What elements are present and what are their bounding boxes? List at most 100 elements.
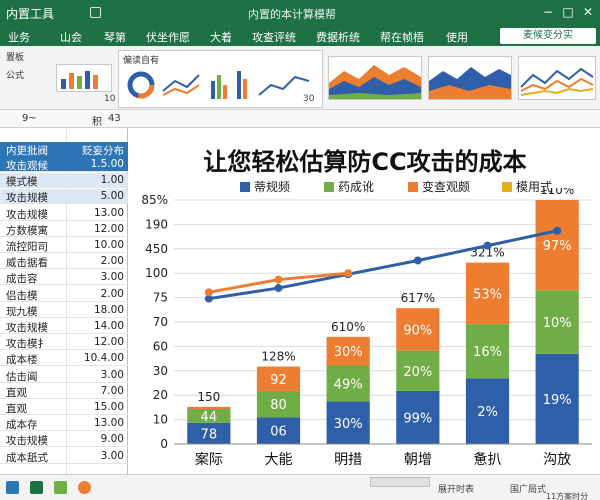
cell-value[interactable]: 3.00 [70, 369, 124, 381]
row-gridline [0, 462, 128, 464]
ribbon-group-label: 公式 [6, 71, 25, 81]
table-row[interactable]: 流控阳司 10.00 [0, 238, 128, 253]
column-header[interactable]: 积 [92, 113, 102, 128]
cell-value[interactable]: 10.4.00 [70, 352, 124, 364]
menu-item[interactable]: 费据析统 [316, 29, 360, 45]
column-header[interactable]: 9~ [22, 113, 37, 124]
ribbon-number: 30 [303, 94, 315, 104]
cell-value[interactable]: 5.00 [70, 190, 124, 202]
menu-item[interactable]: 伏坐作愿 [146, 29, 190, 45]
sheet-icon[interactable] [6, 481, 19, 494]
chart-area[interactable]: 让您轻松估算防CC攻击的成本 蒂规频 药成讹 变查观颇 模用式 0 10 20 30 6… [130, 128, 600, 474]
menu-item[interactable]: 使用 [446, 29, 468, 45]
row-gridline [0, 252, 128, 253]
cell-value[interactable]: 10.00 [70, 239, 124, 251]
y-tick-label: 450 [145, 242, 168, 256]
row-gridline [0, 284, 128, 286]
row-gridline [0, 381, 128, 383]
row-gridline [0, 349, 128, 351]
minimize-icon[interactable]: − [540, 4, 556, 20]
table-row[interactable]: 成本舐式 3.00 [0, 449, 128, 464]
bar-data-label: 2% [477, 405, 498, 420]
table-row[interactable]: 直观 15.00 [0, 400, 128, 415]
table-row[interactable]: 攻击规模 5.00 [0, 189, 128, 205]
table-row[interactable]: 侣击模 2.00 [0, 287, 128, 302]
bar-data-label: 16% [473, 345, 502, 360]
table-row[interactable]: 成本楼 10.4.00 [0, 351, 128, 367]
table-row[interactable]: 攻击规模 9.00 [0, 432, 128, 448]
excel-icon[interactable] [30, 481, 43, 494]
ribbon: 置板 公式 10 偏读自有 30 [0, 46, 600, 110]
cell-value[interactable]: 3.00 [70, 271, 124, 283]
x-tick-label: 沟放 [543, 452, 571, 468]
chart-style-gallery[interactable]: 偏读自有 [118, 50, 323, 108]
table-row[interactable]: 成击容 3.00 [0, 270, 128, 286]
chart-thumbnail[interactable] [56, 64, 112, 92]
table-row[interactable]: 估击阊 3.00 [0, 368, 128, 383]
table-row[interactable]: 现九模 18.00 [0, 303, 128, 318]
table-row[interactable]: 攻击规模 14.00 [0, 319, 128, 334]
chart-thumbnail[interactable] [328, 56, 422, 100]
row-gridline [0, 430, 128, 432]
browser-icon[interactable] [78, 481, 91, 494]
cell-value[interactable]: 14.00 [70, 320, 124, 332]
maximize-icon[interactable]: □ [560, 4, 576, 20]
chart-thumbnail[interactable] [428, 56, 512, 100]
menu-item[interactable]: 大着 [210, 29, 232, 45]
cell-value[interactable]: 7.00 [70, 385, 124, 397]
table-row[interactable]: 直观 7.00 [0, 384, 128, 399]
share-button[interactable]: 麦候变分实 [500, 28, 596, 44]
menu-item[interactable]: 帮在帧梧 [380, 29, 424, 45]
cell-value[interactable]: 3.00 [70, 450, 124, 462]
cell-value[interactable]: 13.00 [70, 207, 124, 219]
row-gridline [0, 300, 128, 302]
app-name: 内置工具 [6, 7, 55, 21]
x-tick-label: 大能 [265, 452, 293, 468]
row-gridline [0, 219, 128, 221]
y-tick-label: 70 [153, 315, 168, 329]
bar-data-label: 20% [403, 365, 432, 380]
line-point [274, 284, 283, 293]
cell-value[interactable]: 18.00 [70, 304, 124, 316]
save-icon[interactable] [90, 7, 101, 18]
menu-item[interactable]: 业务 [8, 29, 30, 45]
cell-value[interactable]: 1.00 [70, 174, 124, 186]
line-point [344, 269, 353, 278]
cell-value[interactable]: 12.00 [70, 223, 124, 235]
table-row[interactable]: 成本存 13.00 [0, 416, 128, 432]
table-row[interactable]: 模式模 1.00 [0, 173, 128, 189]
table-row[interactable]: 攻击观候 1.5.00 [0, 157, 128, 172]
chart-title: 让您轻松估算防CC攻击的成本 [203, 148, 527, 176]
bar-data-label: 44 [201, 410, 218, 425]
table-header-row[interactable]: 内更批阀 贬妄分布 [0, 142, 128, 157]
bar-data-label: 53% [473, 287, 502, 302]
table-row[interactable]: 方数模寓 12.00 [0, 222, 128, 237]
menu-item[interactable]: 山会 [60, 29, 82, 45]
cell-value[interactable]: 13.00 [70, 417, 124, 429]
row-gridline [0, 365, 128, 367]
cell-value[interactable]: 12.00 [70, 336, 124, 348]
column-header[interactable]: 43 [108, 113, 121, 124]
menu-item[interactable]: 攻查评统 [252, 29, 296, 45]
y-tick-label: 85% [141, 193, 168, 207]
close-icon[interactable]: ✕ [580, 4, 596, 20]
chart-thumbnail[interactable] [518, 56, 596, 100]
gallery-label: 偏读自有 [123, 56, 160, 66]
menu-item[interactable]: 琴第 [104, 29, 126, 45]
cell-value[interactable]: 2.00 [70, 288, 124, 300]
header-cell[interactable]: 贬妄分布 [70, 143, 124, 158]
cell-value[interactable]: 15.00 [70, 401, 124, 413]
cell-value[interactable]: 9.00 [70, 433, 124, 445]
row-gridline [0, 203, 128, 205]
cell-value[interactable]: 2.00 [70, 255, 124, 267]
bar-data-label: 49% [334, 378, 363, 393]
horizontal-scrollbar[interactable] [370, 477, 430, 487]
table-row[interactable]: 攻击规模 13.00 [0, 206, 128, 221]
cell-value[interactable]: 1.5.00 [70, 158, 124, 170]
table-row[interactable]: 威击据看 2.00 [0, 254, 128, 270]
header-cell[interactable]: 内更批阀 [6, 143, 66, 158]
menu-bar: 业务 山会 琴第 伏坐作愿 大着 攻查评统 费据析统 帮在帧梧 使用 麦候变分实 [0, 26, 600, 46]
word-icon[interactable] [54, 481, 67, 494]
row-gridline [0, 414, 128, 415]
table-row[interactable]: 攻击模扌 12.00 [0, 335, 128, 351]
